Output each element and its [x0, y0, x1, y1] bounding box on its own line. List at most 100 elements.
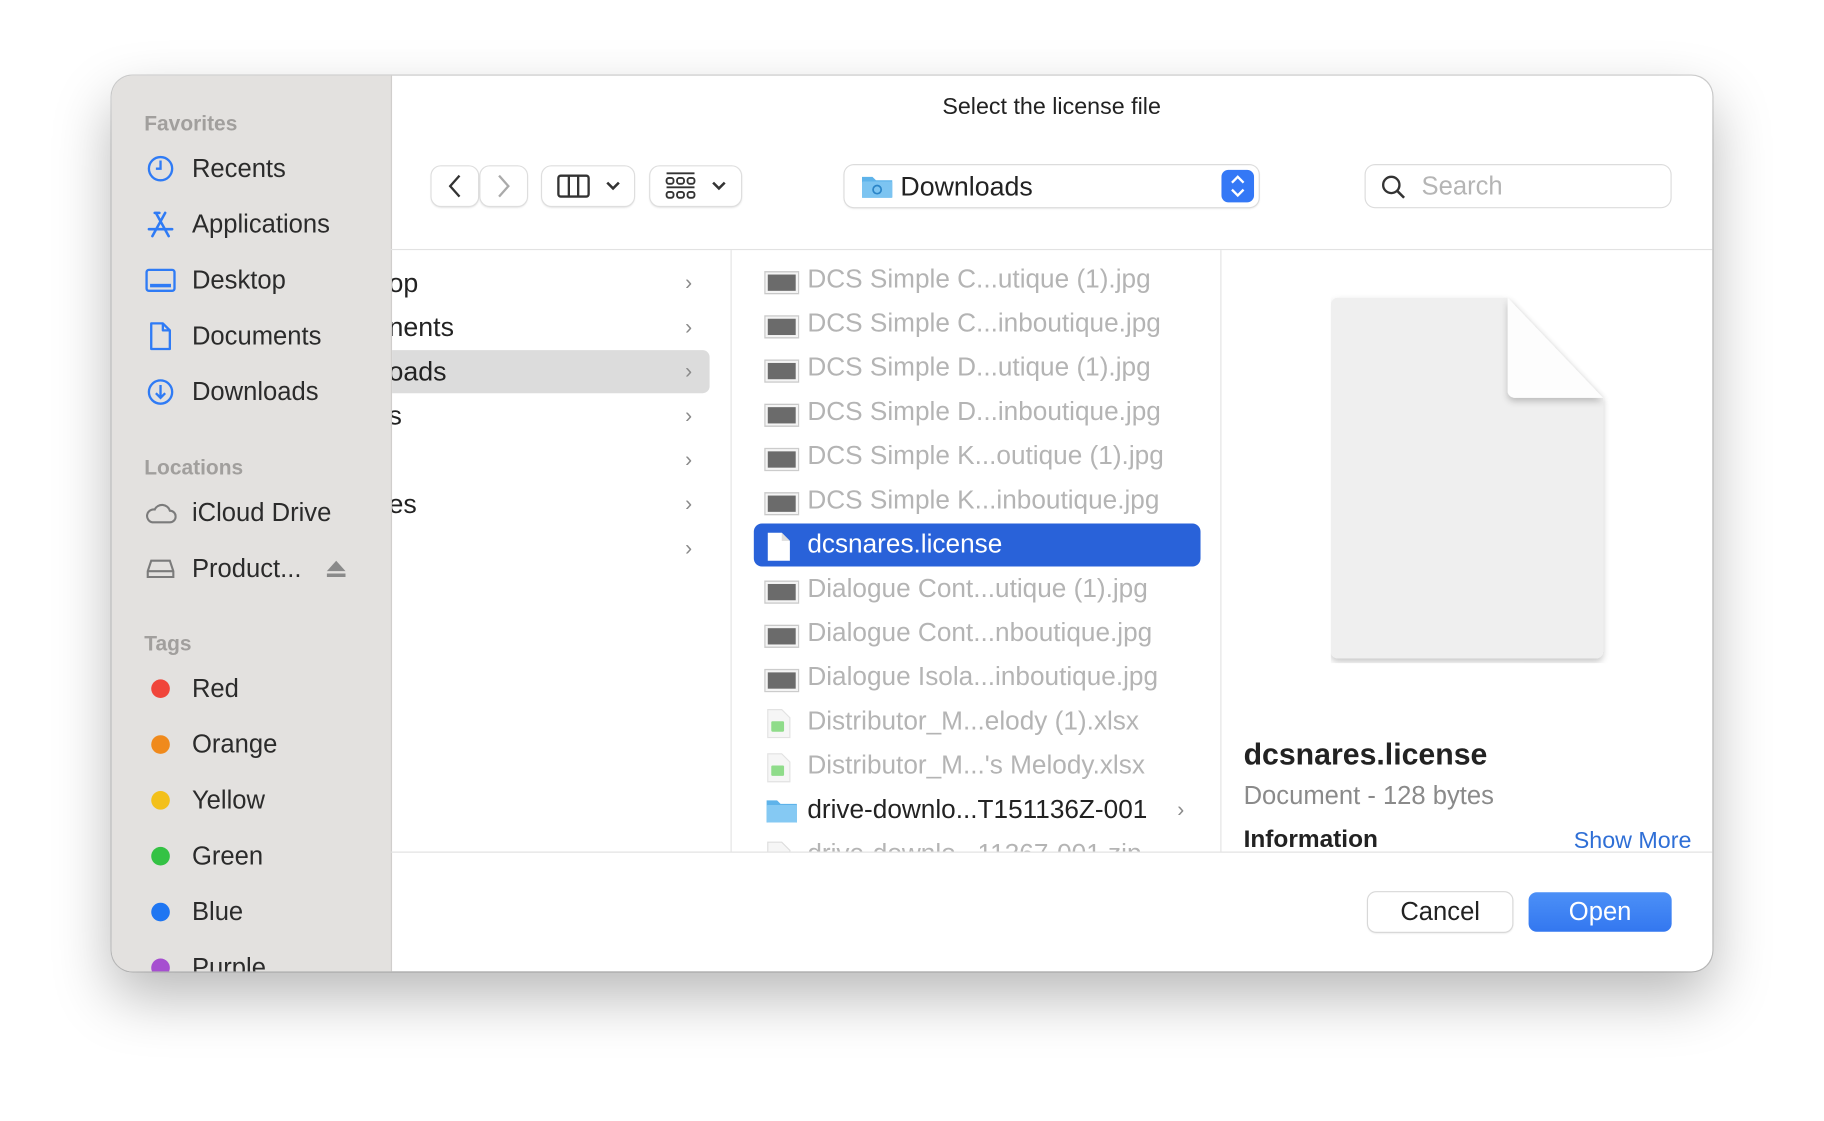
chevron-right-icon: › [685, 271, 693, 295]
sidebar-item-label: Blue [191, 896, 244, 926]
desktop-icon [144, 264, 177, 297]
sidebar-item-downloads[interactable]: Downloads [144, 371, 377, 413]
forward-button[interactable] [480, 166, 527, 206]
sidebar-item-desktop[interactable]: Desktop [144, 259, 377, 301]
column-row[interactable]: nents › [392, 306, 710, 349]
sidebar-tag-blue[interactable]: Blue [144, 891, 377, 933]
clock-icon [144, 152, 177, 185]
dialog-title: Select the license file [942, 94, 1161, 120]
file-row[interactable]: drive-downlo...T151136Z-001 › [754, 789, 1201, 832]
image-file-icon [765, 399, 799, 426]
image-file-icon [765, 311, 799, 338]
chevron-right-icon: › [1177, 798, 1185, 822]
column-row-selected[interactable]: oads › [392, 350, 710, 394]
sidebar-item-recents[interactable]: Recents [144, 148, 377, 190]
chevron-down-icon [712, 181, 726, 191]
tag-dot-icon [151, 679, 170, 698]
file-row[interactable]: DCS Simple D...inboutique.jpg [754, 391, 1201, 434]
image-file-icon [765, 576, 799, 603]
location-popup[interactable]: Downloads [844, 165, 1259, 208]
sidebar-item-label: Applications [191, 209, 330, 239]
browser-column-downloads[interactable]: DCS Simple C...utique (1).jpg DCS Simple … [730, 250, 1222, 852]
file-row[interactable]: Distributor_M...elody (1).xlsx [754, 700, 1201, 743]
updown-chevron-icon [1221, 169, 1255, 203]
view-mode-button[interactable] [542, 166, 634, 206]
image-file-icon [765, 443, 799, 470]
spreadsheet-file-icon [765, 708, 793, 739]
zip-file-icon [765, 841, 793, 852]
sidebar-item-label: Red [191, 673, 239, 703]
show-more-link[interactable]: Show More [1574, 828, 1692, 851]
open-file-dialog: Favorites Recents Applications Desktop D… [111, 75, 1713, 972]
column-row[interactable]: › [392, 439, 710, 482]
cancel-button[interactable]: Cancel [1368, 892, 1513, 932]
browser-column-parent[interactable]: op › nents› oads› s› › es› › [392, 250, 731, 851]
sidebar-item-applications[interactable]: Applications [144, 204, 377, 246]
tags-header: Tags [144, 631, 192, 655]
row-label: op [392, 267, 419, 298]
file-name: DCS Simple C...inboutique.jpg [807, 308, 1161, 338]
sidebar-item-documents[interactable]: Documents [144, 315, 377, 357]
drive-icon [144, 553, 177, 586]
group-grid-icon [665, 172, 696, 199]
file-row[interactable]: DCS Simple C...utique (1).jpg [754, 258, 1201, 301]
sidebar-item-product-volume[interactable]: Product... [144, 548, 377, 590]
preview-information-header: Information [1243, 825, 1378, 852]
locations-header: Locations [144, 456, 244, 480]
file-row[interactable]: drive-downlo...11367-001.zip [754, 833, 1201, 852]
column-row[interactable]: op › [392, 262, 710, 305]
file-row[interactable]: DCS Simple K...inboutique.jpg [754, 479, 1201, 522]
tag-dot-icon [151, 846, 170, 866]
sidebar-tag-orange[interactable]: Orange [144, 724, 377, 766]
document-file-icon [765, 532, 793, 561]
sidebar-item-label: Green [191, 841, 264, 871]
sidebar-item-label: Downloads [191, 376, 319, 406]
file-row[interactable]: DCS Simple D...utique (1).jpg [754, 347, 1201, 390]
column-row[interactable]: s› [392, 394, 710, 437]
back-button[interactable] [431, 166, 479, 206]
sidebar-tag-yellow[interactable]: Yellow [144, 779, 377, 821]
column-row[interactable]: › [392, 527, 710, 570]
group-button[interactable] [650, 166, 742, 206]
footer-divider [390, 851, 1713, 853]
open-button[interactable]: Open [1528, 892, 1672, 932]
tag-dot-icon [151, 902, 170, 922]
location-label: Downloads [900, 171, 1033, 202]
sidebar-tag-purple[interactable]: Purple [144, 947, 377, 972]
file-name: DCS Simple D...inboutique.jpg [807, 396, 1161, 426]
search-field[interactable] [1365, 165, 1671, 208]
sidebar-tag-red[interactable]: Red [144, 668, 377, 710]
download-icon [144, 376, 177, 409]
chevron-left-icon [448, 174, 461, 198]
file-row-selected[interactable]: dcsnares.license [753, 523, 1201, 567]
column-row[interactable]: es › [392, 483, 710, 526]
file-row[interactable]: Dialogue Cont...utique (1).jpg [754, 568, 1201, 611]
folder-icon [862, 176, 893, 198]
file-name: DCS Simple K...inboutique.jpg [807, 485, 1160, 515]
sidebar-item-label: Product... [191, 553, 302, 583]
file-row[interactable]: Dialogue Isola...inboutique.jpg [754, 656, 1201, 699]
tag-dot-icon [151, 735, 170, 754]
sidebar-item-icloud-drive[interactable]: iCloud Drive [144, 492, 377, 534]
file-row[interactable]: Dialogue Cont...nboutique.jpg [754, 612, 1201, 655]
sidebar-tag-green[interactable]: Green [144, 835, 377, 877]
chevron-down-icon [605, 181, 620, 191]
file-row[interactable]: DCS Simple K...outique (1).jpg [754, 435, 1201, 478]
favorites-header: Favorites [144, 111, 238, 135]
search-input[interactable] [1419, 168, 1657, 204]
sidebar-item-label: Yellow [191, 785, 265, 815]
chevron-right-icon [498, 174, 510, 198]
document-icon [144, 320, 177, 353]
file-name: DCS Simple D...utique (1).jpg [807, 352, 1151, 382]
file-name: DCS Simple C...utique (1).jpg [807, 264, 1151, 294]
row-label: es [392, 488, 417, 519]
file-row[interactable]: DCS Simple C...inboutique.jpg [754, 302, 1201, 345]
image-file-icon [765, 355, 799, 382]
eject-icon[interactable] [326, 560, 347, 584]
image-file-icon [765, 664, 799, 692]
sidebar-item-label: Recents [191, 153, 286, 183]
sidebar-item-label: iCloud Drive [191, 497, 332, 527]
image-file-icon [765, 266, 799, 294]
cloud-icon [144, 497, 177, 530]
file-row[interactable]: Distributor_M...'s Melody.xlsx [754, 745, 1201, 788]
